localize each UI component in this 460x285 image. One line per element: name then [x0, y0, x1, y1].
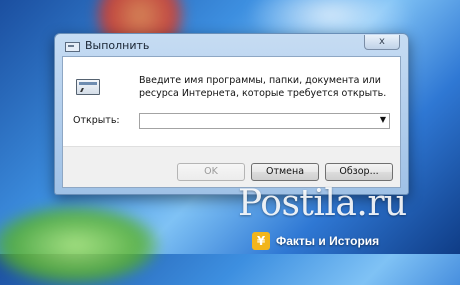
close-button[interactable]: x — [364, 35, 400, 50]
brand-text: Факты и История — [276, 234, 380, 248]
dropdown-arrow-icon[interactable]: ▼ — [380, 115, 386, 124]
browse-button[interactable]: Обзор... — [325, 163, 393, 181]
run-window-icon — [65, 42, 80, 52]
brand-badge: ¥ Факты и История — [252, 232, 379, 250]
instruction-text: Введите имя программы, папки, документа … — [139, 75, 387, 99]
open-label: Открыть: — [73, 115, 120, 126]
watermark-text: Postila.ru — [238, 183, 407, 224]
open-combobox[interactable]: ▼ — [139, 113, 390, 129]
ok-button[interactable]: OK — [177, 163, 245, 181]
dialog-body: Введите имя программы, папки, документа … — [62, 56, 401, 188]
run-dialog: Выполнить x Введите имя программы, папки… — [54, 33, 409, 195]
cancel-button[interactable]: Отмена — [251, 163, 319, 181]
title-bar[interactable]: Выполнить x — [55, 34, 408, 56]
brand-logo-icon: ¥ — [252, 232, 270, 250]
desktop-wallpaper-glow-green — [0, 205, 160, 285]
run-program-icon — [76, 79, 100, 95]
window-title: Выполнить — [85, 39, 150, 52]
